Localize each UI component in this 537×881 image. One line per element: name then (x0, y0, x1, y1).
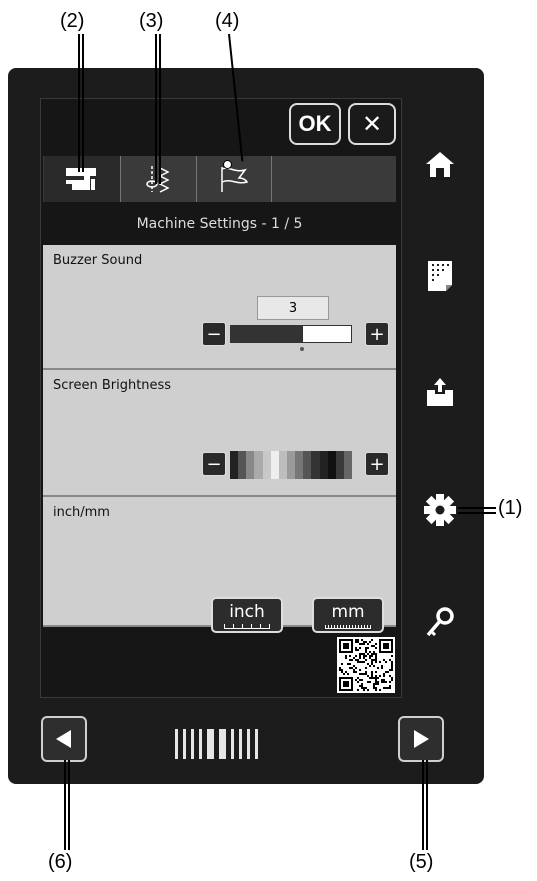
triangle-right-icon (414, 730, 429, 748)
mm-button-label: mm (331, 601, 365, 622)
page-indicator-mark (183, 729, 186, 759)
sidebar-item-key[interactable] (422, 604, 458, 640)
mm-button[interactable]: mm (312, 597, 384, 633)
qr-code-image (339, 639, 393, 691)
callout-6: (6) (48, 851, 73, 873)
buzzer-minus-button[interactable]: − (202, 322, 226, 346)
brightness-step (343, 451, 353, 479)
page-indicator-mark (191, 729, 194, 759)
gear-icon (424, 494, 456, 526)
brightness-plus-button[interactable]: + (365, 452, 389, 476)
buzzer-value: 3 (257, 296, 329, 320)
brightness-step (254, 451, 263, 479)
home-icon (426, 152, 454, 177)
page-indicator-mark (199, 729, 202, 759)
page-indicator-mark (247, 729, 250, 759)
buzzer-level-fill (231, 326, 303, 342)
inch-mm-label: inch/mm (53, 505, 110, 520)
close-button[interactable]: ✕ (348, 103, 396, 145)
page-indicator-mark (207, 729, 214, 759)
brightness-step (246, 451, 255, 479)
leader-line-2 (78, 34, 84, 172)
brightness-step (230, 451, 239, 479)
triangle-left-icon (56, 730, 71, 748)
page-title: Machine Settings - 1 / 5 (136, 216, 303, 232)
brightness-scale[interactable] (230, 451, 353, 479)
callout-5: (5) (409, 851, 434, 873)
leader-line-5 (422, 760, 428, 850)
buzzer-sound-section: Buzzer Sound (43, 245, 396, 370)
sidebar-item-settings[interactable] (422, 492, 458, 528)
brightness-step (335, 451, 344, 479)
brightness-step (262, 451, 271, 479)
buzzer-default-marker (300, 347, 304, 351)
brightness-step (327, 451, 336, 479)
ok-button[interactable]: OK (289, 103, 341, 145)
ruler-icon (325, 622, 371, 629)
brightness-step (238, 451, 247, 479)
upload-icon (427, 378, 453, 406)
brightness-step (311, 451, 320, 479)
callout-1: (1) (498, 497, 523, 519)
tab-language-settings[interactable] (196, 156, 272, 202)
buzzer-level-bar[interactable] (230, 325, 352, 343)
leader-dot-4 (223, 160, 232, 169)
next-page-button[interactable] (398, 716, 444, 762)
leader-line-1 (458, 507, 496, 509)
sidebar-item-export[interactable] (422, 374, 458, 410)
sidebar-item-pattern[interactable] (422, 258, 458, 294)
page-indicator-mark (175, 729, 178, 759)
ruler-icon (224, 622, 270, 629)
qr-code[interactable] (337, 637, 395, 693)
brightness-step (295, 451, 304, 479)
flag-icon (221, 167, 249, 192)
pattern-icon (428, 261, 452, 291)
screen-brightness-label: Screen Brightness (53, 378, 172, 393)
callout-2: (2) (60, 10, 85, 32)
page-indicator-mark (239, 729, 242, 759)
page-indicator-mark (231, 729, 234, 759)
page-indicator-mark (255, 729, 258, 759)
page-indicator (175, 729, 258, 759)
inch-button[interactable]: inch (211, 597, 283, 633)
brightness-step (319, 451, 328, 479)
key-icon (426, 607, 454, 637)
callout-4: (4) (215, 10, 240, 32)
page-indicator-mark (219, 729, 226, 759)
previous-page-button[interactable] (41, 716, 87, 762)
callout-3: (3) (139, 10, 164, 32)
leader-line-1b (458, 512, 496, 514)
leader-line-3 (155, 34, 161, 184)
buzzer-sound-label: Buzzer Sound (53, 253, 143, 268)
brightness-step (278, 451, 287, 479)
inch-button-label: inch (229, 601, 265, 622)
brightness-step (303, 451, 312, 479)
brightness-minus-button[interactable]: − (202, 452, 226, 476)
brightness-step (270, 451, 279, 479)
leader-line-6 (64, 760, 70, 850)
sidebar-item-home[interactable] (422, 146, 458, 182)
brightness-step (286, 451, 296, 479)
buzzer-plus-button[interactable]: + (365, 322, 389, 346)
